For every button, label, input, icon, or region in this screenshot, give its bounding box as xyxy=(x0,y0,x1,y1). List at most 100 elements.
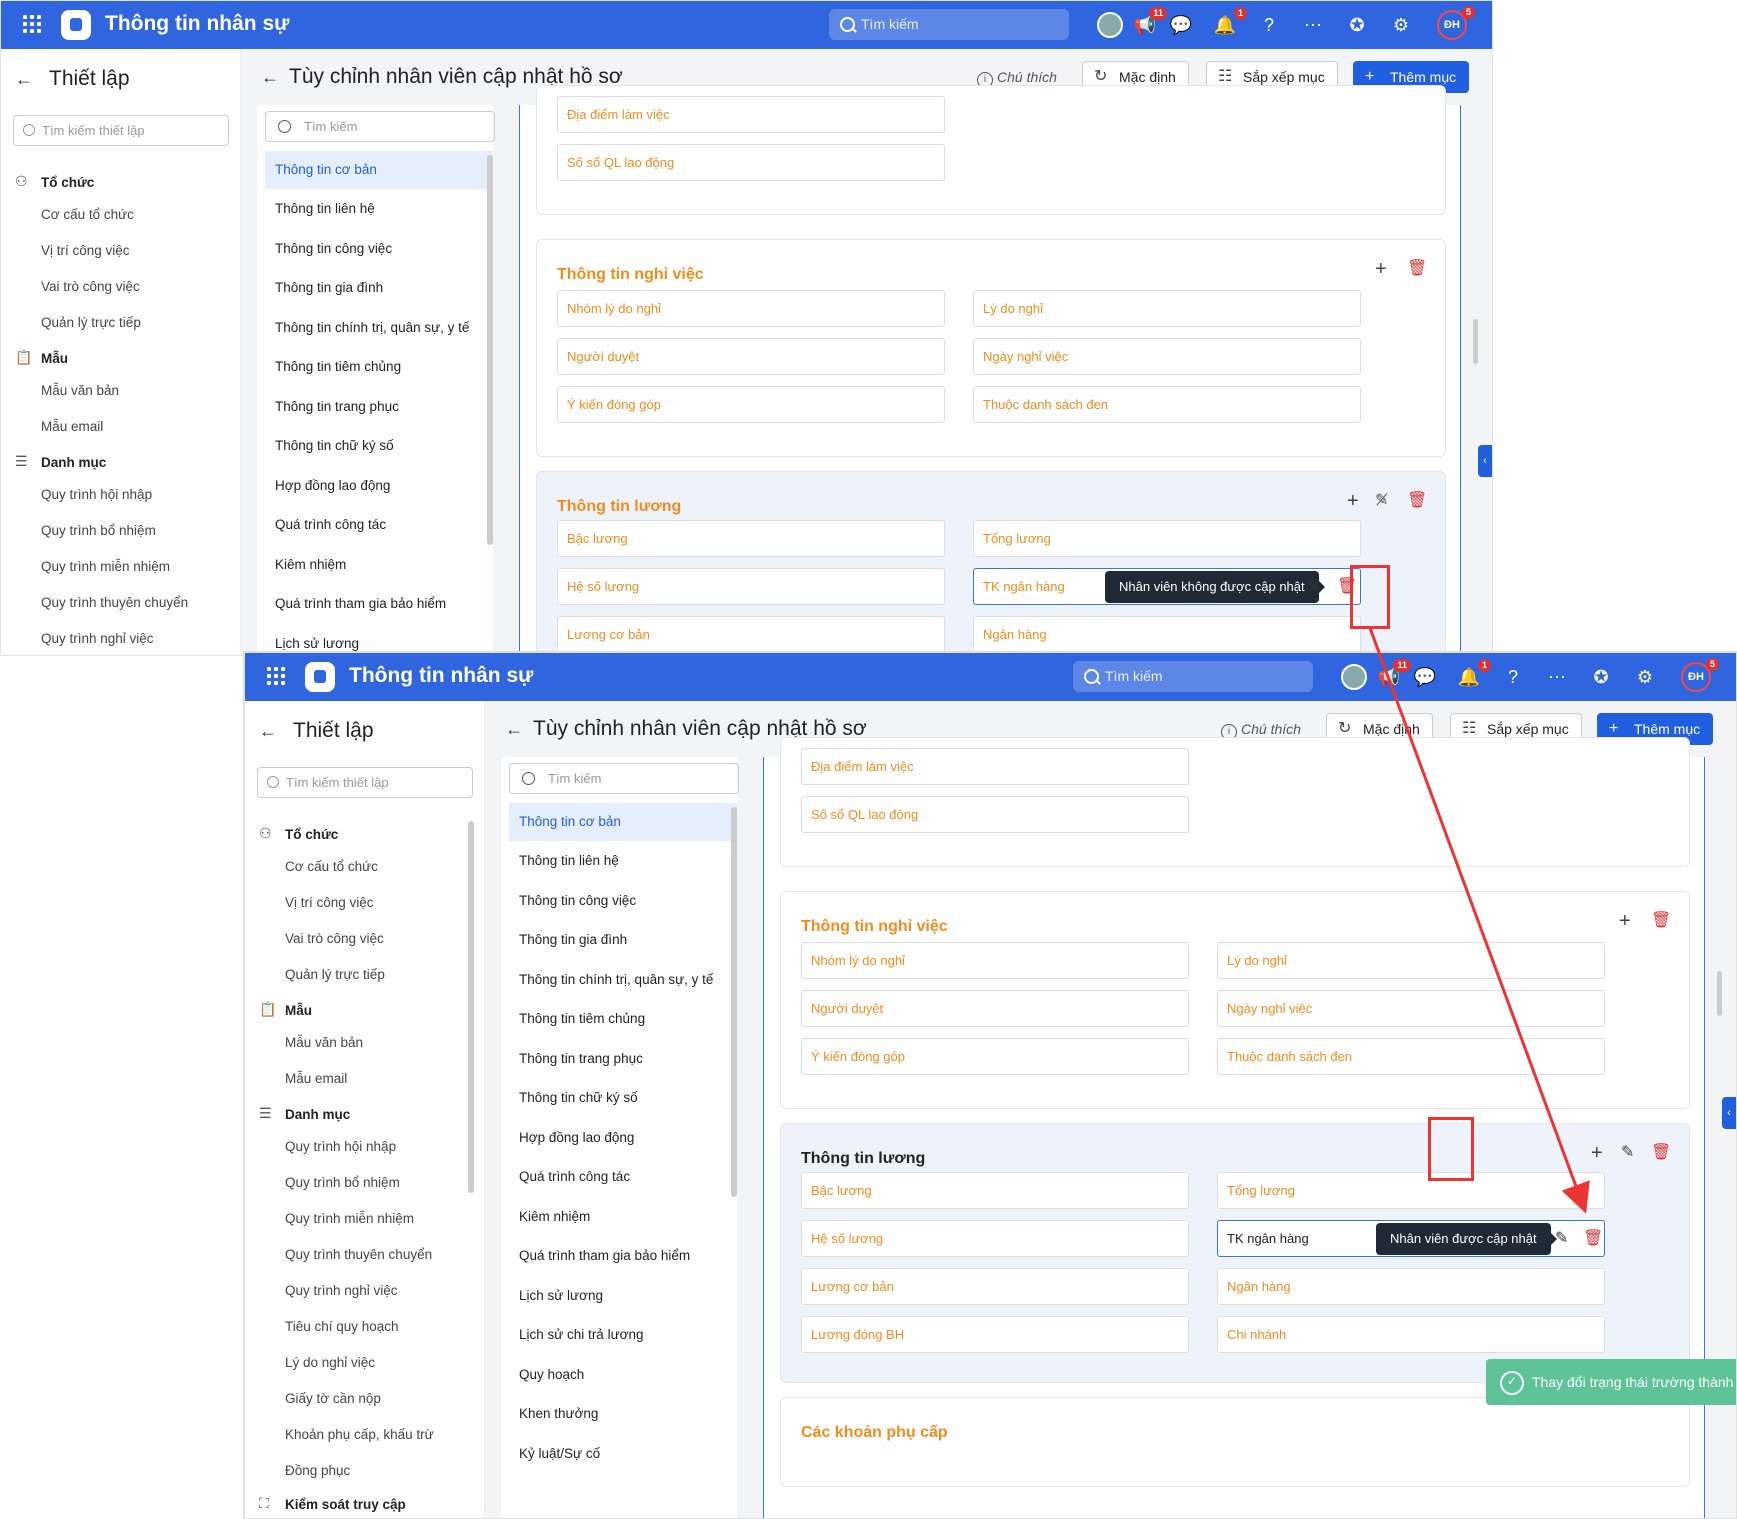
category-item[interactable]: Thông tin liên hệ xyxy=(509,842,737,880)
category-item[interactable]: Kiêm nhiệm xyxy=(265,546,493,584)
field[interactable]: Ngày nghỉ việc xyxy=(973,338,1361,375)
category-item[interactable]: Kỷ luật/Sự cố xyxy=(509,1435,737,1473)
sidebar-item[interactable]: Quy trình miễn nhiệm xyxy=(41,559,170,574)
sidebar-item[interactable]: Mẫu văn bản xyxy=(285,1035,363,1050)
collapse-tab[interactable]: ‹ xyxy=(1722,1097,1736,1129)
category-item[interactable]: Thông tin tiêm chủng xyxy=(509,1000,737,1038)
field[interactable]: Tổng lương xyxy=(973,520,1361,557)
trash-icon[interactable]: 🗑 xyxy=(1583,1228,1603,1248)
trash-icon[interactable]: 🗑 xyxy=(1407,490,1427,510)
sidebar-group-template[interactable]: Mẫu xyxy=(285,1003,312,1018)
scrollbar[interactable] xyxy=(487,155,493,545)
field[interactable]: Hệ số lương xyxy=(801,1220,1189,1257)
sidebar-group-access[interactable]: Kiểm soát truy cập xyxy=(285,1497,406,1512)
field[interactable]: Lương cơ bản xyxy=(557,616,945,653)
sidebar-item[interactable]: Vị trí công việc xyxy=(41,243,130,258)
sidebar-item[interactable]: Quy trình nghỉ việc xyxy=(41,631,154,646)
global-search-input[interactable]: Tìm kiếm xyxy=(829,9,1069,40)
category-item[interactable]: Quá trình tham gia bảo hiểm xyxy=(265,585,493,623)
category-search-input[interactable]: Tìm kiếm xyxy=(509,763,739,794)
avatar[interactable] xyxy=(1341,664,1367,690)
field[interactable]: Ngân hàng xyxy=(973,616,1361,653)
category-item[interactable]: Quá trình công tác xyxy=(509,1158,737,1196)
chat-icon[interactable]: 💬 xyxy=(1413,665,1437,689)
scrollbar[interactable] xyxy=(1717,971,1722,1016)
award-icon[interactable]: ✪ xyxy=(1345,13,1369,37)
sidebar-item[interactable]: Quy trình hội nhập xyxy=(41,487,152,502)
megaphone-icon[interactable]: 📢 11 xyxy=(1133,7,1167,37)
global-search-input[interactable]: Tìm kiếm xyxy=(1073,661,1313,692)
plus-icon[interactable]: + xyxy=(1619,910,1631,933)
avatar[interactable] xyxy=(1097,12,1123,38)
sidebar-item[interactable]: Quy trình bổ nhiệm xyxy=(285,1175,400,1190)
trash-icon[interactable]: 🗑 xyxy=(1651,1142,1671,1162)
category-item[interactable]: Thông tin chính trị, quân sự, y tế xyxy=(509,961,737,999)
grid-icon[interactable] xyxy=(267,667,285,685)
gear-icon[interactable]: ⚙ xyxy=(1389,13,1413,37)
category-item[interactable]: Thông tin cơ bản xyxy=(265,151,493,189)
category-item[interactable]: Thông tin liên hệ xyxy=(265,190,493,228)
bell-icon[interactable]: 🔔 1 xyxy=(1213,7,1247,37)
category-item[interactable]: Thông tin gia đình xyxy=(509,921,737,959)
scrollbar[interactable] xyxy=(731,807,737,1197)
settings-search-input[interactable]: Tìm kiếm thiết lập xyxy=(257,767,473,798)
bell-icon[interactable]: 🔔 1 xyxy=(1457,659,1491,689)
field[interactable]: Số sổ QL lao động xyxy=(801,796,1189,833)
collapse-tab[interactable]: ‹ xyxy=(1478,445,1492,477)
megaphone-icon[interactable]: 📢 11 xyxy=(1377,659,1411,689)
field[interactable]: Nhóm lý do nghỉ xyxy=(557,290,945,327)
sidebar-item[interactable]: Tiêu chí quy hoạch xyxy=(285,1319,399,1334)
sidebar-item[interactable]: Mẫu email xyxy=(285,1071,347,1086)
sidebar-item[interactable]: Quy trình hội nhập xyxy=(285,1139,396,1154)
sidebar-item[interactable]: Quy trình thuyên chuyển xyxy=(285,1247,432,1262)
grid-icon[interactable] xyxy=(23,15,41,33)
sidebar-item[interactable]: Mẫu văn bản xyxy=(41,383,119,398)
category-item[interactable]: Thông tin chính trị, quân sự, y tế xyxy=(265,309,493,347)
sidebar-group-template[interactable]: Mẫu xyxy=(41,351,68,366)
user-avatar[interactable]: ĐH 5 xyxy=(1437,6,1475,40)
category-item[interactable]: Thông tin tiêm chủng xyxy=(265,348,493,386)
pen-icon[interactable]: ✎ xyxy=(1621,1142,1634,1162)
back-arrow-icon[interactable]: ← xyxy=(261,67,279,88)
sidebar-item[interactable]: Quy trình thuyên chuyển xyxy=(41,595,188,610)
pen-off-icon[interactable]: ✎̸ xyxy=(1375,490,1388,510)
sidebar-item[interactable]: Khoản phụ cấp, khấu trừ xyxy=(285,1427,434,1442)
chat-icon[interactable]: 💬 xyxy=(1169,13,1193,37)
field[interactable]: Ngân hàng xyxy=(1217,1268,1605,1305)
back-arrow-icon[interactable]: ← xyxy=(505,719,523,740)
field[interactable]: Người duyệt xyxy=(801,990,1189,1027)
category-item[interactable]: Thông tin trang phục xyxy=(265,388,493,426)
sidebar-item[interactable]: Vai trò công việc xyxy=(41,279,140,294)
scrollbar[interactable] xyxy=(468,821,474,1193)
sidebar-item[interactable]: Quản lý trực tiếp xyxy=(41,315,141,330)
plus-icon[interactable]: + xyxy=(1591,1142,1603,1165)
back-arrow-icon[interactable]: ← xyxy=(259,721,277,742)
sidebar-item[interactable]: Lý do nghỉ việc xyxy=(285,1355,375,1370)
back-arrow-icon[interactable]: ← xyxy=(15,69,33,90)
sidebar-group-org[interactable]: Tổ chức xyxy=(41,175,94,190)
sidebar-group-catalog[interactable]: Danh mục xyxy=(41,455,106,470)
field[interactable]: Địa điểm làm việc xyxy=(557,96,945,133)
category-item[interactable]: Lịch sử lương xyxy=(509,1277,737,1315)
category-item[interactable]: Hợp đồng lao động xyxy=(265,467,493,505)
field[interactable]: Thuộc danh sách đen xyxy=(1217,1038,1605,1075)
field[interactable]: Thuộc danh sách đen xyxy=(973,386,1361,423)
sidebar-item[interactable]: Mẫu email xyxy=(41,419,103,434)
category-item[interactable]: Thông tin chữ ký số xyxy=(509,1079,737,1117)
category-item[interactable]: Thông tin công việc xyxy=(509,882,737,920)
field[interactable]: Lý do nghỉ xyxy=(973,290,1361,327)
gear-icon[interactable]: ⚙ xyxy=(1633,665,1657,689)
field[interactable]: Ý kiến đóng góp xyxy=(557,386,945,423)
field[interactable]: Ngày nghỉ việc xyxy=(1217,990,1605,1027)
field[interactable]: Lương cơ bản xyxy=(801,1268,1189,1305)
plus-icon[interactable]: + xyxy=(1347,490,1359,513)
category-item[interactable]: Quy hoạch xyxy=(509,1356,737,1394)
sidebar-item[interactable]: Đồng phục xyxy=(285,1463,350,1478)
user-avatar[interactable]: ĐH 5 xyxy=(1681,658,1719,692)
field[interactable]: Nhóm lý do nghỉ xyxy=(801,942,1189,979)
more-icon[interactable]: ⋯ xyxy=(1301,13,1325,37)
sidebar-item[interactable]: Quy trình bổ nhiệm xyxy=(41,523,156,538)
field[interactable]: Số sổ QL lao động xyxy=(557,144,945,181)
field[interactable]: Bậc lương xyxy=(557,520,945,557)
help-icon[interactable]: ? xyxy=(1257,13,1281,37)
